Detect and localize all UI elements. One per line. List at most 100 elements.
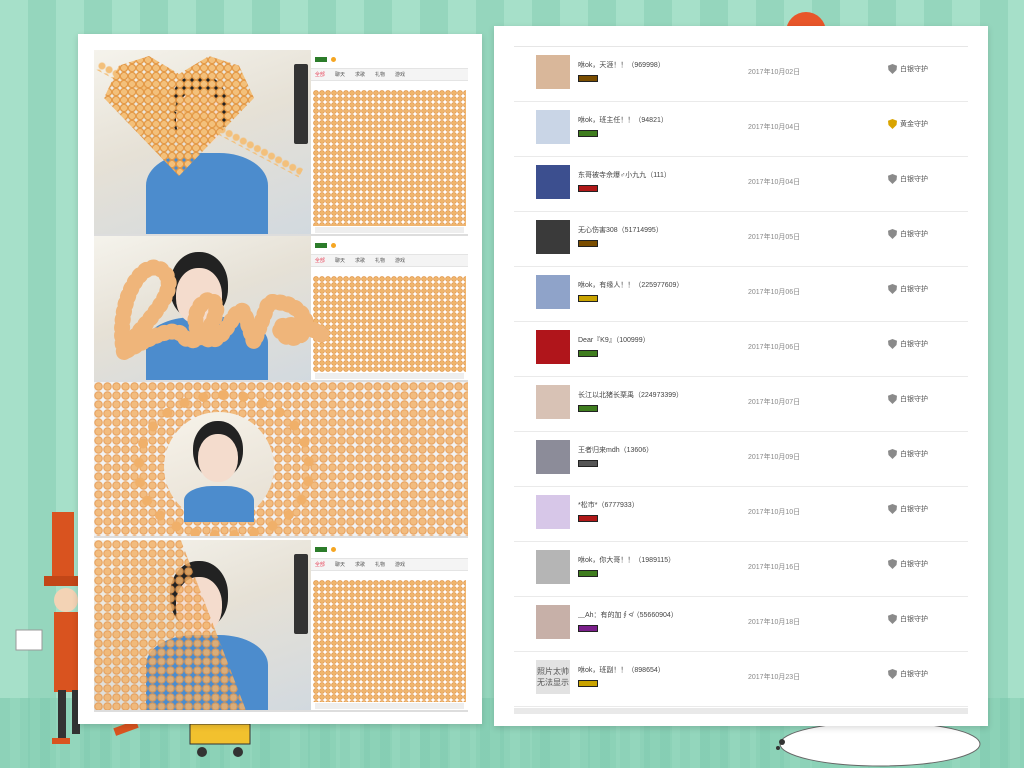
guard-date: 2017年10月07日: [748, 399, 801, 406]
guard-date: 2017年10月06日: [748, 289, 801, 296]
tab-all[interactable]: 全部: [315, 561, 325, 568]
tab-song[interactable]: 求歌: [355, 561, 365, 568]
user-name[interactable]: 长江以北猪长栗禹（224973399）: [578, 390, 683, 400]
video-toolbar[interactable]: [294, 554, 308, 634]
user-name[interactable]: 东哥被寺佘爆♂小九九（111）: [578, 170, 671, 180]
tab-chat[interactable]: 聊天: [335, 561, 345, 568]
guard-level: 白银守护: [888, 229, 928, 239]
user-name[interactable]: *松市*（6777933）: [578, 500, 639, 510]
list-scrollbar[interactable]: [514, 708, 968, 714]
list-item[interactable]: Dear『K9』（100999） 2017年10月06日 白银守护: [514, 322, 968, 377]
guard-level: 白银守护: [888, 559, 928, 569]
emoji-chat-flood: [312, 276, 466, 372]
user-name[interactable]: 咻ok，有缘人！！（225977609）: [578, 280, 683, 290]
shield-icon: [888, 504, 897, 514]
user-name[interactable]: 咻ok，班主任！！（94821）: [578, 115, 668, 125]
user-name[interactable]: ﹏Ah：有的加∮≮（55660904）: [578, 610, 678, 620]
tab-song[interactable]: 求歌: [355, 71, 365, 78]
avatar[interactable]: [536, 55, 570, 89]
tab-gift[interactable]: 礼物: [375, 561, 385, 568]
guardian-list-card: 咻ok，天涯！！（969998） 2017年10月02日 白银守护 咻ok，班主任！！…: [494, 26, 988, 726]
shield-icon: [888, 449, 897, 459]
guard-date: 2017年10月04日: [748, 124, 801, 131]
guardian-list: 咻ok，天涯！！（969998） 2017年10月02日 白银守护 咻ok，班主任！！…: [514, 46, 968, 715]
emoji-chat-flood: [312, 580, 466, 702]
gift-icon: [330, 546, 336, 552]
user-name[interactable]: 咻ok，你大哥！！（1989115）: [578, 555, 675, 565]
guard-level-label: 白银守护: [900, 286, 928, 293]
level-badge: [578, 515, 598, 522]
livestream-screenshot-2: 全部 聊天 求歌 礼物 游戏: [94, 236, 468, 382]
guard-level: 白银守护: [888, 64, 928, 74]
guard-date: 2017年10月18日: [748, 619, 801, 626]
user-name[interactable]: 咻ok，天涯！！（969998）: [578, 60, 665, 70]
guard-date: 2017年10月23日: [748, 674, 801, 681]
list-item[interactable]: *松市*（6777933） 2017年10月10日 白银守护: [514, 487, 968, 542]
list-item[interactable]: 咻ok，天涯！！（969998） 2017年10月02日 白银守护: [514, 47, 968, 102]
tab-game[interactable]: 游戏: [395, 561, 405, 568]
chat-input-bar[interactable]: [314, 227, 464, 233]
user-name[interactable]: 咻ok，班副！！（898654）: [578, 665, 665, 675]
guard-level: 白银守护: [888, 449, 928, 459]
tab-gift[interactable]: 礼物: [375, 71, 385, 78]
guard-level: 白银守护: [888, 174, 928, 184]
guard-date: 2017年10月16日: [748, 564, 801, 571]
livestream-screenshots-card: 全部 聊天 求歌 礼物 游戏 全部 聊天 求歌 礼物 游戏 全部 聊天 求歌 礼…: [78, 34, 482, 724]
level-badge: [578, 295, 598, 302]
guard-level-label: 黄金守护: [900, 121, 928, 128]
cart-icon: [189, 723, 251, 757]
tab-game[interactable]: 游戏: [395, 257, 405, 264]
list-item[interactable]: 长江以北猪长栗禹（224973399） 2017年10月07日 白银守护: [514, 377, 968, 432]
emoji-chat-flood: [312, 90, 466, 226]
chat-tabs: 全部 聊天 求歌 礼物 游戏: [310, 254, 468, 267]
emoji-fan-effect: [94, 540, 246, 710]
avatar[interactable]: [536, 550, 570, 584]
list-item[interactable]: 咻ok，班主任！！（94821） 2017年10月04日 黄金守护: [514, 102, 968, 157]
shield-icon: [888, 284, 897, 294]
avatar[interactable]: [536, 385, 570, 419]
livestream-screenshot-3: [94, 382, 468, 538]
avatar[interactable]: [536, 495, 570, 529]
list-item[interactable]: 王者归来mdh（13606） 2017年10月09日 白银守护: [514, 432, 968, 487]
list-item[interactable]: 无心伤害308（51714995） 2017年10月05日 白银守护: [514, 212, 968, 267]
level-badge: [578, 570, 598, 577]
user-name[interactable]: Dear『K9』（100999）: [578, 335, 650, 345]
avatar[interactable]: [536, 165, 570, 199]
list-item[interactable]: 照片太帅 无法显示 咻ok，班副！！（898654） 2017年10月23日 白银守护: [514, 652, 968, 707]
level-badge: [578, 460, 598, 467]
guard-level-label: 白银守护: [900, 341, 928, 348]
list-item[interactable]: ﹏Ah：有的加∮≮（55660904） 2017年10月18日 白银守护: [514, 597, 968, 652]
guard-level: 白银守护: [888, 394, 928, 404]
avatar[interactable]: [536, 275, 570, 309]
chat-input-bar[interactable]: [314, 703, 464, 709]
user-name[interactable]: 王者归来mdh（13606）: [578, 445, 653, 455]
avatar[interactable]: [536, 440, 570, 474]
tab-chat[interactable]: 聊天: [335, 71, 345, 78]
gift-icon: [330, 56, 336, 62]
guard-level-label: 白银守护: [900, 451, 928, 458]
tab-gift[interactable]: 礼物: [375, 257, 385, 264]
list-item[interactable]: 咻ok，你大哥！！（1989115） 2017年10月16日 白银守护: [514, 542, 968, 597]
tab-chat[interactable]: 聊天: [335, 257, 345, 264]
avatar[interactable]: 照片太帅 无法显示: [536, 660, 570, 694]
shield-icon: [888, 394, 897, 404]
tab-song[interactable]: 求歌: [355, 257, 365, 264]
guard-date: 2017年10月06日: [748, 344, 801, 351]
avatar[interactable]: [536, 110, 570, 144]
guard-date: 2017年10月10日: [748, 509, 801, 516]
avatar[interactable]: [536, 605, 570, 639]
tab-game[interactable]: 游戏: [395, 71, 405, 78]
livestream-screenshot-4: 全部 聊天 求歌 礼物 游戏: [94, 540, 468, 712]
list-item[interactable]: 东哥被寺佘爆♂小九九（111） 2017年10月04日 白银守护: [514, 157, 968, 212]
avatar[interactable]: [536, 330, 570, 364]
chat-panel: 全部 聊天 求歌 礼物 游戏: [310, 50, 468, 234]
chat-input-bar[interactable]: [314, 373, 464, 379]
tab-all[interactable]: 全部: [315, 71, 325, 78]
guard-level: 白银守护: [888, 614, 928, 624]
user-name[interactable]: 无心伤害308（51714995）: [578, 225, 663, 235]
list-item[interactable]: 咻ok，有缘人！！（225977609） 2017年10月06日 白银守护: [514, 267, 968, 322]
level-badge: [314, 56, 327, 62]
guard-level: 白银守护: [888, 504, 928, 514]
avatar[interactable]: [536, 220, 570, 254]
video-toolbar[interactable]: [294, 64, 308, 144]
